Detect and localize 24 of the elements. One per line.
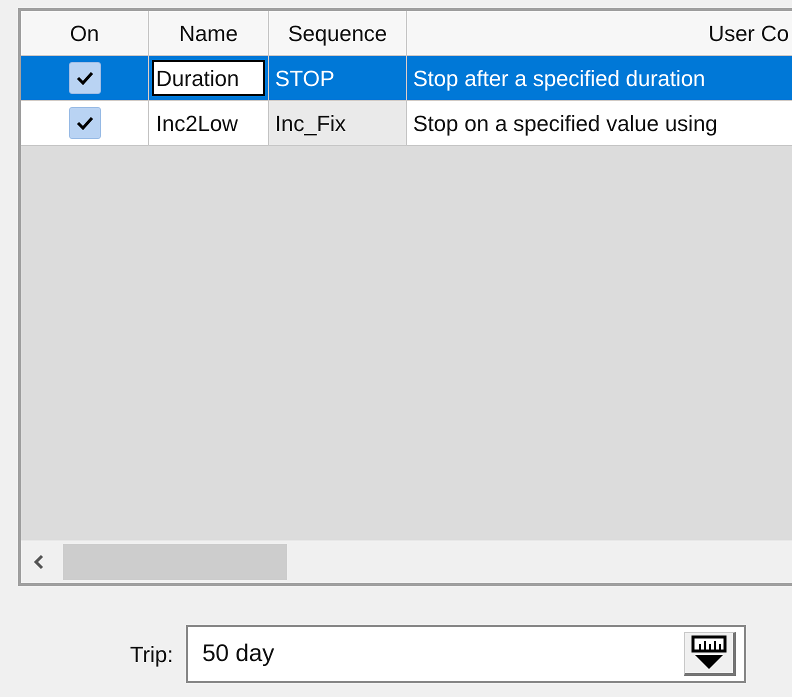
table-cell-text: Stop after a specified duration: [413, 64, 706, 93]
ruler-down-arrow-icon: [691, 635, 728, 671]
name-edit-field[interactable]: Duration: [152, 60, 265, 96]
trip-field[interactable]: 50 day: [186, 625, 746, 683]
column-header[interactable]: Sequence: [269, 11, 407, 55]
column-header[interactable]: Name: [149, 11, 269, 55]
column-header[interactable]: On: [21, 11, 149, 55]
column-header[interactable]: User Co: [407, 11, 792, 55]
dropdown-button[interactable]: [684, 632, 736, 676]
table-row[interactable]: Duration STOP Stop after a specified duration: [21, 56, 792, 101]
trip-label: Trip:: [130, 640, 174, 669]
horizontal-scrollbar[interactable]: [21, 540, 792, 583]
scroll-left-icon[interactable]: [33, 554, 45, 570]
table-row[interactable]: Inc2Low Inc_Fix Stop on a specified value using: [21, 101, 792, 146]
checkmark-icon: [76, 71, 94, 85]
table-cell-text: STOP: [275, 64, 335, 92]
trip-value: 50 day: [202, 639, 276, 669]
scrollbar-thumb[interactable]: [63, 544, 287, 580]
checkbox[interactable]: [68, 107, 100, 139]
checkmark-icon: [76, 116, 94, 130]
table-cell-text: Inc_Fix: [275, 110, 346, 138]
table-cell-text: Inc2Low: [155, 110, 239, 138]
checkbox[interactable]: [68, 62, 100, 94]
table-cell-text: Stop on a specified value using: [413, 110, 718, 138]
